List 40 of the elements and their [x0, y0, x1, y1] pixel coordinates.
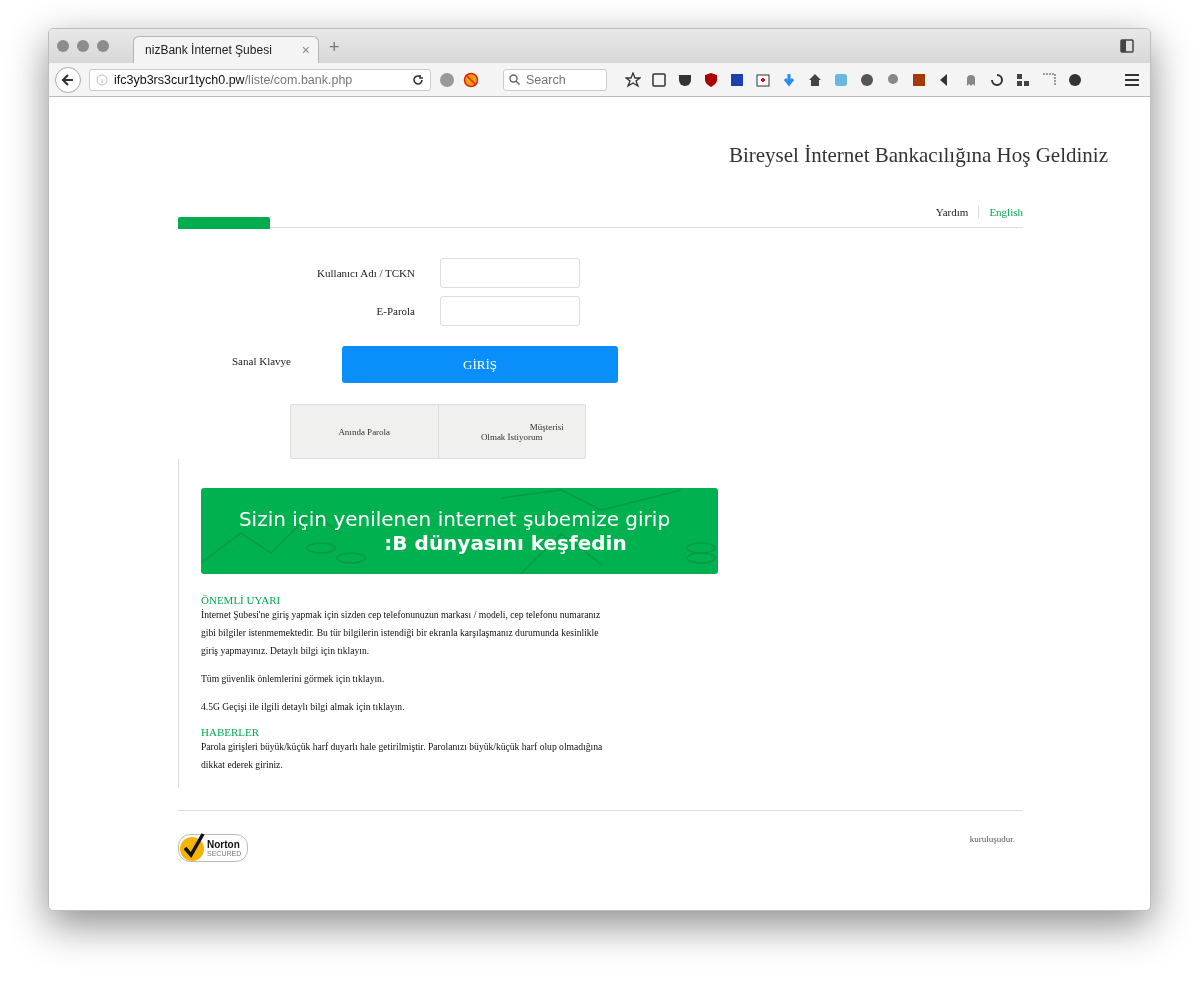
virtual-keyboard-link[interactable]: Sanal Klavye	[232, 354, 342, 367]
square-icon[interactable]	[911, 71, 927, 88]
sidebar-icon[interactable]	[1120, 39, 1134, 53]
field-label: E-Parola	[375, 305, 415, 317]
url-path: /liste/com.bank.php	[244, 72, 354, 87]
browser-tab[interactable]: nizBank İnternet Şubesi ×	[133, 36, 319, 63]
blocked-icon[interactable]	[463, 71, 479, 88]
banner-text: :B dünyasını keşfedin	[384, 531, 627, 555]
notice-paragraph: İnternet Şubesi'ne giriş yapmak için sizden cep telefonunuzun markası / modeli, cep telefonu numaranız gibi bilgiler istenmemektedir. Bu tür bilgilerin istendiği bir ekranla karşılaşmanız durumunda kesinlikle giriş yapmayınız. Detaylı bilgi için tıklayın.	[201, 608, 602, 658]
first-aid-icon[interactable]	[755, 71, 771, 88]
username-field[interactable]	[440, 258, 580, 288]
menu-icon[interactable]	[1124, 72, 1140, 87]
footer-note: kuruluşudur.	[969, 834, 1015, 846]
field-label: Kullanıcı Adı / TCKN	[316, 267, 415, 279]
download-icon[interactable]	[781, 71, 797, 88]
close-light[interactable]	[57, 40, 69, 52]
star-icon[interactable]	[625, 71, 641, 88]
notice-paragraph: 4.5G Geçişi ile ilgili detaylı bilgi almak için tıklayın.	[201, 700, 406, 714]
zoom-light[interactable]	[97, 40, 109, 52]
search-field[interactable]: Search	[503, 68, 607, 91]
tab-title: nizBank İnternet Şubesi	[145, 43, 272, 57]
option-button[interactable]: Anında Parola	[291, 405, 438, 458]
grid-icon[interactable]	[1015, 71, 1031, 88]
page-heading: Bireysel İnternet Bankacılığına Hoş Geldiniz	[728, 143, 1108, 168]
minimize-light[interactable]	[77, 40, 89, 52]
section-title: ÖNEMLİ UYARI	[201, 594, 282, 606]
section-title: HABERLER	[201, 726, 261, 738]
top-link[interactable]: Yardım	[925, 206, 969, 218]
shield-icon[interactable]	[703, 71, 719, 88]
banner-text: Sizin için yenilenen internet şubemize girip	[238, 507, 671, 531]
option-button[interactable]: Müşterisi Olmak İstiyorum	[437, 405, 585, 458]
notice-paragraph: Tüm güvenlik önlemlerini görmek için tıklayın.	[201, 672, 386, 686]
notice-paragraph: Parola girişleri büyük/küçük harf duyarlı hale getirilmiştir. Parolanızı büyük/küçük harf olup olmadığına dikkat ederek giriniz.	[201, 740, 604, 772]
back-arrow-icon	[61, 72, 75, 87]
url-host: ifc3yb3rs3cur1tych0.pw	[114, 72, 245, 87]
password-field[interactable]	[440, 296, 580, 326]
back-button[interactable]	[55, 66, 81, 93]
address-bar[interactable]: ifc3yb3rs3cur1tych0.pw/liste/com.bank.php	[89, 68, 431, 91]
home-icon[interactable]	[807, 71, 823, 88]
reload-icon[interactable]	[412, 73, 424, 86]
